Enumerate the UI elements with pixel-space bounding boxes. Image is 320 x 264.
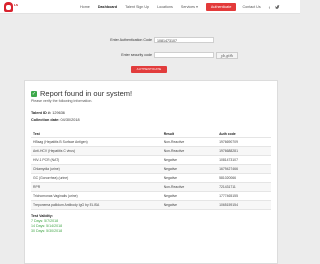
brand-logo[interactable]: LS [3, 1, 19, 12]
facebook-icon[interactable]: f [269, 5, 270, 10]
captcha-image: yb,gtth [216, 52, 238, 59]
test-auth-code: 1777465155 [217, 191, 271, 201]
table-row: Trichomonas Vaginalis (urine) Negative 1… [31, 191, 271, 201]
column-header-auth-code: Auth code [217, 130, 271, 138]
test-result: Negative [161, 155, 218, 165]
test-auth-code: 1065159154 [217, 200, 271, 210]
security-code-input[interactable] [154, 52, 214, 58]
test-auth-code: 1679427466 [217, 164, 271, 174]
collection-date: Collection date: 04/30/2018 [31, 118, 80, 122]
security-code-label: Enter security code [121, 53, 152, 57]
table-row: RPR Non-Reactive 721431711 [31, 182, 271, 192]
nav-talent-sign-up[interactable]: Talent Sign Up [125, 5, 149, 9]
nav-locations[interactable]: Locations [157, 5, 173, 9]
table-row: GC (Gonorrhea) (urine) Negative 58102006… [31, 173, 271, 183]
results-table: Test Result Auth code HBsag (Hepatitis B… [31, 130, 271, 210]
auth-code-row: Enter Authentication Code 1081473107 [50, 37, 250, 44]
report-panel: ✓ Report found in our system! Please ver… [24, 80, 278, 264]
table-row: HIV-1 PCR (NAT) Negative 1081473107 [31, 155, 271, 165]
talent-id: Talent ID #: 129636 [31, 111, 65, 115]
nav-services-label: Services [180, 5, 196, 9]
test-name: Trichomonas Vaginalis (urine) [31, 191, 162, 201]
collection-date-label: Collection date: [31, 118, 60, 122]
test-result: Negative [161, 191, 218, 201]
talent-id-value: 129636 [52, 111, 65, 115]
test-name: HBsag (Hepatitis B Surface Antigen) [31, 137, 162, 147]
authenticate-button[interactable]: AUTHENTICATE [131, 66, 167, 73]
test-name: Treponema pallidum Antibody IgG by ELISA [31, 200, 162, 210]
validity-30-days: 30 Days: 5/30/2018 [31, 229, 63, 233]
test-name: GC (Gonorrhea) (urine) [31, 173, 162, 183]
nav-dashboard[interactable]: Dashboard [98, 5, 117, 9]
main-nav: Home Dashboard Talent Sign Up Locations … [80, 3, 285, 11]
test-result: Negative [161, 200, 218, 210]
table-row: Anti-HCV (Hepatitis C virus) Non-Reactiv… [31, 146, 271, 156]
table-row: HBsag (Hepatitis B Surface Antigen) Non-… [31, 137, 271, 147]
test-auth-code: 1081473107 [217, 155, 271, 165]
report-title-text: Report found in our system! [40, 89, 133, 98]
test-result: Negative [161, 164, 218, 174]
logo-text: LS [14, 3, 19, 7]
report-title: ✓ Report found in our system! [31, 89, 132, 98]
verify-note: Please verify the following information. [31, 99, 93, 103]
test-auth-code: 581020066 [217, 173, 271, 183]
test-auth-code: 721431711 [217, 182, 271, 192]
nav-home[interactable]: Home [80, 5, 90, 9]
test-result: Negative [161, 173, 218, 183]
top-navigation-bar: LS Home Dashboard Talent Sign Up Locatio… [0, 0, 300, 14]
checkmark-icon: ✓ [31, 90, 37, 97]
test-name: RPR [31, 182, 162, 192]
nav-authenticate[interactable]: Authenticate [205, 3, 237, 11]
test-result: Non-Reactive [161, 182, 218, 192]
column-header-test: Test [31, 130, 162, 138]
table-row: Treponema pallidum Antibody IgG by ELISA… [31, 200, 271, 210]
test-result: Non-Reactive [161, 146, 218, 156]
nav-contact-us[interactable]: Contact Us [242, 5, 260, 9]
auth-code-input[interactable]: 1081473107 [154, 37, 214, 43]
nav-services[interactable]: Services ▾ [181, 5, 198, 9]
auth-code-label: Enter Authentication Code [110, 38, 152, 42]
test-result: Non-Reactive [161, 137, 218, 147]
test-name: HIV-1 PCR (NAT) [31, 155, 162, 165]
column-header-result: Result [161, 130, 218, 138]
table-row: Chlamydia (urine) Negative 1679427466 [31, 164, 271, 174]
twitter-icon[interactable] [274, 4, 280, 10]
test-auth-code: 1976688281 [217, 146, 271, 156]
table-header-row: Test Result Auth code [31, 130, 271, 138]
test-auth-code: 1976690709 [217, 137, 271, 147]
test-validity: Test Validity: 7 Days: 5/7/2018 14 Days:… [31, 214, 62, 234]
talent-id-label: Talent ID #: [31, 111, 52, 115]
test-name: Anti-HCV (Hepatitis C virus) [31, 146, 162, 156]
security-code-row: Enter security code yb,gtth [50, 52, 250, 59]
chevron-down-icon: ▾ [196, 5, 198, 9]
test-name: Chlamydia (urine) [31, 164, 162, 174]
logo-mark-icon [4, 2, 13, 12]
test-validity-label: Test Validity: [31, 214, 53, 218]
collection-date-value: 04/30/2018 [60, 118, 80, 122]
